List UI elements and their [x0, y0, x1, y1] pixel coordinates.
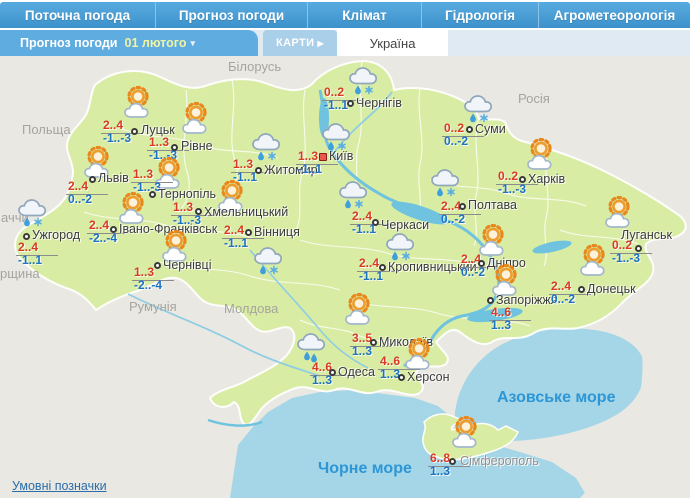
sea-label: Азовське море: [497, 389, 616, 406]
city-label[interactable]: Сімферополь: [460, 454, 539, 468]
nav-tab[interactable]: Поточна погода: [0, 2, 156, 28]
rain-snow-cloud-icon: [429, 162, 465, 200]
night-temp: -1..-3: [498, 182, 527, 196]
city-label[interactable]: Суми: [475, 122, 506, 136]
city-marker: [449, 458, 456, 465]
arrow-right-icon: ▶: [317, 38, 325, 48]
caret-down-icon: ▾: [190, 37, 195, 48]
sun-cloud-icon: [521, 136, 563, 172]
city-label[interactable]: Харків: [528, 172, 565, 186]
night-temp: 1..3: [491, 318, 512, 332]
nav-tab[interactable]: Клімат: [308, 2, 422, 28]
date-label: 01 лютого: [124, 36, 187, 50]
city-marker: [635, 245, 642, 252]
night-temp: 0..-2: [441, 212, 466, 226]
night-temp: 0..-2: [461, 265, 486, 279]
sun-cloud-icon: [118, 84, 160, 120]
rain-snow-cloud-icon: [16, 192, 52, 230]
night-temp: 1..3: [430, 464, 451, 478]
legend-link[interactable]: Умовні позначки: [12, 479, 107, 493]
city-marker: [23, 233, 30, 240]
city-marker: [466, 126, 473, 133]
city-label[interactable]: Полтава: [468, 198, 517, 212]
night-temp: -1..-3: [103, 131, 132, 145]
city-marker: [487, 297, 494, 304]
city-marker: [245, 229, 252, 236]
sun-cloud-icon: [574, 242, 616, 278]
sun-cloud-icon: [176, 100, 218, 136]
city-marker: [478, 260, 485, 267]
city-marker: [131, 128, 138, 135]
night-temp: 0..-2: [68, 192, 93, 206]
city-marker: [255, 167, 262, 174]
main-nav: Поточна погода Прогноз погоди Клімат Гідрол…: [0, 2, 690, 28]
city-marker: [379, 264, 386, 271]
city-label[interactable]: Луганськ: [621, 228, 672, 242]
rain-snow-cloud-icon: [337, 174, 373, 212]
city-label[interactable]: Херсон: [407, 370, 450, 384]
sea-label: Чорне море: [318, 460, 412, 477]
tab-ukraine[interactable]: Україна: [337, 30, 448, 56]
country-label: Польща: [22, 122, 71, 137]
city-marker: [519, 176, 526, 183]
nav-tab[interactable]: Гідрологія: [422, 2, 539, 28]
city-label[interactable]: Ужгород: [32, 228, 80, 242]
night-temp: -1..1: [298, 162, 323, 176]
weather-map: Білорусь Польща Росія Румунія Молдова аччи рщи…: [0, 56, 690, 498]
country-label: Росія: [518, 91, 550, 106]
night-temp: -1..1: [224, 236, 249, 250]
maps-button-label: КАРТИ: [275, 37, 315, 49]
rain-snow-cloud-icon: [252, 240, 288, 278]
tab-forecast[interactable]: Прогноз погоди 01 лютого ▾: [0, 30, 258, 56]
city-label[interactable]: Чернігів: [356, 96, 402, 110]
city-marker: [89, 176, 96, 183]
night-temp: 0..-2: [444, 134, 469, 148]
nav-tab[interactable]: Агрометеорологія: [539, 2, 690, 28]
city-marker: [370, 339, 377, 346]
sub-nav: Прогноз погоди 01 лютого ▾ КАРТИ ▶ Украї…: [0, 30, 690, 56]
city-marker: [578, 286, 585, 293]
city-label[interactable]: Донецьк: [587, 282, 636, 296]
city-marker: [329, 369, 336, 376]
forecast-tab-label: Прогноз погоди: [20, 36, 118, 50]
city-marker: [398, 374, 405, 381]
nav-tab[interactable]: Прогноз погоди: [156, 2, 308, 28]
night-temp: -1..1: [324, 98, 349, 112]
city-marker: [154, 262, 161, 269]
night-temp: 1..3: [312, 373, 333, 387]
city-label[interactable]: Тернопіль: [158, 187, 216, 201]
sun-cloud-icon: [599, 194, 641, 230]
night-temp: -1..1: [233, 170, 258, 184]
sun-cloud-icon: [446, 414, 488, 450]
rain-cloud-icon: [295, 326, 331, 364]
capital-marker: [319, 153, 327, 161]
maps-button[interactable]: КАРТИ ▶: [263, 30, 337, 56]
sun-cloud-icon: [339, 291, 381, 327]
city-label[interactable]: Львів: [98, 171, 129, 185]
city-marker: [459, 203, 466, 210]
city-marker: [171, 144, 178, 151]
night-temp: -2..-4: [134, 278, 163, 292]
city-label[interactable]: Одеса: [338, 365, 375, 379]
city-label[interactable]: Рівне: [181, 139, 213, 153]
country-label: Молдова: [224, 301, 279, 316]
city-label[interactable]: Чернівці: [163, 258, 212, 272]
city-marker: [372, 219, 379, 226]
city-label[interactable]: Хмельницький: [204, 205, 288, 219]
night-temp: -2..-4: [89, 231, 118, 245]
country-label: Румунія: [129, 299, 177, 314]
night-temp: 0..-2: [551, 292, 576, 306]
city-label[interactable]: Вінниця: [254, 225, 300, 239]
night-temp: -1..1: [359, 269, 384, 283]
city-marker: [347, 100, 354, 107]
date-dropdown[interactable]: 01 лютого ▾: [125, 36, 195, 50]
country-label: Білорусь: [228, 59, 282, 74]
night-temp: 1..3: [352, 344, 373, 358]
city-marker: [110, 226, 117, 233]
city-label[interactable]: Київ: [329, 149, 353, 163]
night-temp: -1..1: [18, 253, 43, 267]
city-marker: [195, 208, 202, 215]
country-label: рщина: [0, 266, 40, 281]
rain-snow-cloud-icon: [462, 88, 498, 126]
